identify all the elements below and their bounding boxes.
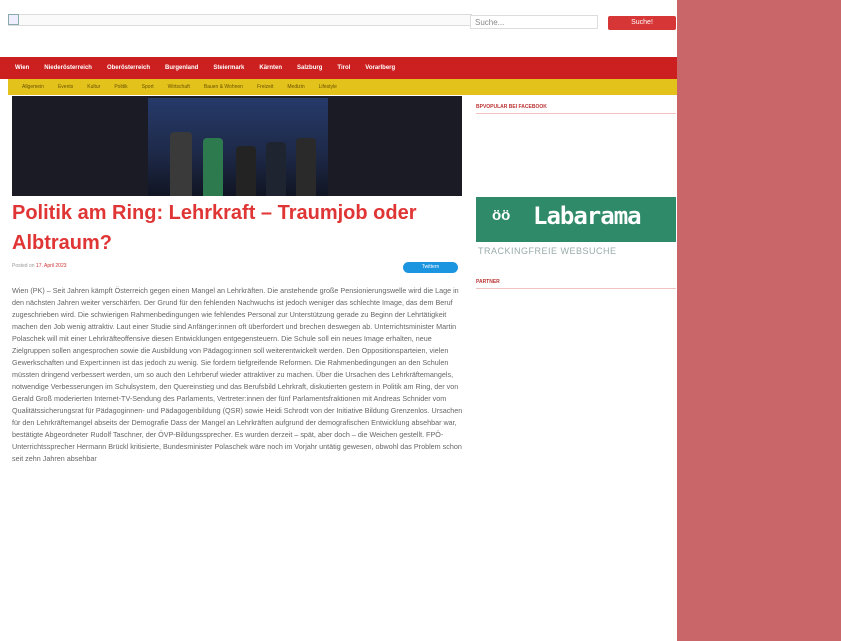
nav-item-burgenland[interactable]: Burgenland bbox=[165, 65, 198, 71]
posted-date[interactable]: 17. April 2023 bbox=[36, 263, 67, 269]
search-button[interactable]: Suche! bbox=[608, 16, 676, 30]
category-item-politik[interactable]: Politik bbox=[114, 84, 127, 90]
article-body: Wien (PK) – Seit Jahren kämpft Österreic… bbox=[12, 286, 463, 463]
nav-item-salzburg[interactable]: Salzburg bbox=[297, 65, 322, 71]
category-item-wirtschaft[interactable]: Wirtschaft bbox=[168, 84, 190, 90]
tweet-button[interactable]: Twittern bbox=[403, 262, 458, 273]
article-hero-image bbox=[12, 96, 462, 196]
labarama-eyes-icon: öö bbox=[492, 207, 511, 224]
article-title[interactable]: Politik am Ring: Lehrkraft – Traumjob od… bbox=[12, 198, 462, 258]
category-item-lifestyle[interactable]: Lifestyle bbox=[319, 84, 337, 90]
broken-image-icon bbox=[8, 14, 19, 25]
person-figure bbox=[203, 138, 223, 196]
nav-item-oberoesterreich[interactable]: Oberösterreich bbox=[107, 65, 150, 71]
category-item-freizeit[interactable]: Freizeit bbox=[257, 84, 273, 90]
header: Suche... Suche! bbox=[0, 0, 677, 56]
person-figure bbox=[296, 138, 316, 196]
nav-item-wien[interactable]: Wien bbox=[15, 65, 29, 71]
category-item-bauen-wohnen[interactable]: Bauen & Wohnen bbox=[204, 84, 243, 90]
post-meta: Posted on 17. April 2023 bbox=[12, 263, 67, 269]
category-item-sport[interactable]: Sport bbox=[142, 84, 154, 90]
posted-label: Posted on bbox=[12, 263, 35, 269]
labarama-banner[interactable]: öö Labarama bbox=[476, 197, 676, 242]
person-figure bbox=[236, 146, 256, 196]
partner-heading: PARTNER bbox=[476, 279, 676, 289]
category-item-kultur[interactable]: Kultur bbox=[87, 84, 100, 90]
site-logo-placeholder[interactable] bbox=[8, 14, 472, 26]
tv-studio-scene bbox=[148, 98, 328, 196]
category-item-events[interactable]: Events bbox=[58, 84, 73, 90]
nav-item-kaernten[interactable]: Kärnten bbox=[259, 65, 282, 71]
region-nav: Wien Niederösterreich Oberösterreich Bur… bbox=[0, 57, 677, 79]
person-figure bbox=[266, 142, 286, 196]
labarama-logo-text: Labarama bbox=[533, 202, 642, 230]
nav-item-steiermark[interactable]: Steiermark bbox=[213, 65, 244, 71]
nav-item-tirol[interactable]: Tirol bbox=[337, 65, 350, 71]
person-figure bbox=[170, 132, 192, 196]
nav-item-vorarlberg[interactable]: Vorarlberg bbox=[365, 65, 395, 71]
nav-item-niederoesterreich[interactable]: Niederösterreich bbox=[44, 65, 92, 71]
search-input[interactable]: Suche... bbox=[470, 15, 598, 29]
side-panel-overlay bbox=[677, 0, 841, 641]
category-item-medizin[interactable]: Medizin bbox=[287, 84, 304, 90]
category-nav: Allgemein Events Kultur Politik Sport Wi… bbox=[8, 79, 677, 95]
category-item-allgemein[interactable]: Allgemein bbox=[22, 84, 44, 90]
labarama-tagline: TRACKINGFREIE WEBSUCHE bbox=[478, 246, 617, 256]
facebook-popular-heading: BPVOPULAR BEI FACEBOOK bbox=[476, 104, 676, 114]
